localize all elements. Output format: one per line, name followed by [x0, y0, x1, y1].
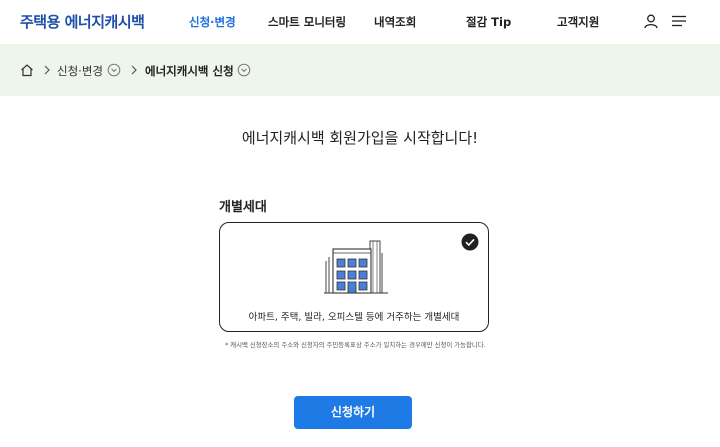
nav-saving-tip[interactable]: 절감 Tip: [466, 14, 511, 30]
nav-support[interactable]: 고객지원: [557, 14, 599, 30]
home-icon[interactable]: [20, 63, 34, 77]
chevron-right-icon: [131, 65, 137, 75]
menu-icon[interactable]: [671, 13, 687, 29]
notice-text: * 캐시백 신청장소의 주소와 신청자의 주민등록표상 주소가 일치하는 경우에…: [225, 341, 486, 349]
breadcrumb: 신청·변경 에너지캐시백 신청: [0, 44, 720, 96]
nav-apply-change[interactable]: 신청·변경: [189, 14, 236, 30]
breadcrumb-item-apply-change[interactable]: 신청·변경: [57, 63, 103, 79]
chevron-down-circle-icon[interactable]: [107, 63, 121, 77]
header: 주택용 에너지캐시백 신청·변경 스마트 모니터링 내역조회 절감 Tip 고객…: [0, 0, 720, 44]
option-label: 아파트, 주택, 빌라, 오피스텔 등에 거주하는 개별세대: [248, 312, 460, 323]
section-label: 개별세대: [219, 200, 267, 215]
building-icon: [324, 240, 388, 294]
apply-button[interactable]: 신청하기: [294, 396, 412, 429]
nav-history[interactable]: 내역조회: [374, 14, 416, 30]
logo[interactable]: 주택용 에너지캐시백: [20, 11, 145, 32]
household-option-card[interactable]: 아파트, 주택, 빌라, 오피스텔 등에 거주하는 개별세대: [219, 222, 489, 332]
chevron-down-circle-icon[interactable]: [237, 63, 251, 77]
check-circle-icon: [461, 233, 479, 251]
user-icon[interactable]: [643, 13, 659, 29]
breadcrumb-item-cashback-apply[interactable]: 에너지캐시백 신청: [145, 63, 234, 79]
page-title: 에너지캐시백 회원가입을 시작합니다!: [241, 129, 479, 147]
nav-smart-monitoring[interactable]: 스마트 모니터링: [268, 14, 346, 30]
chevron-right-icon: [44, 65, 50, 75]
